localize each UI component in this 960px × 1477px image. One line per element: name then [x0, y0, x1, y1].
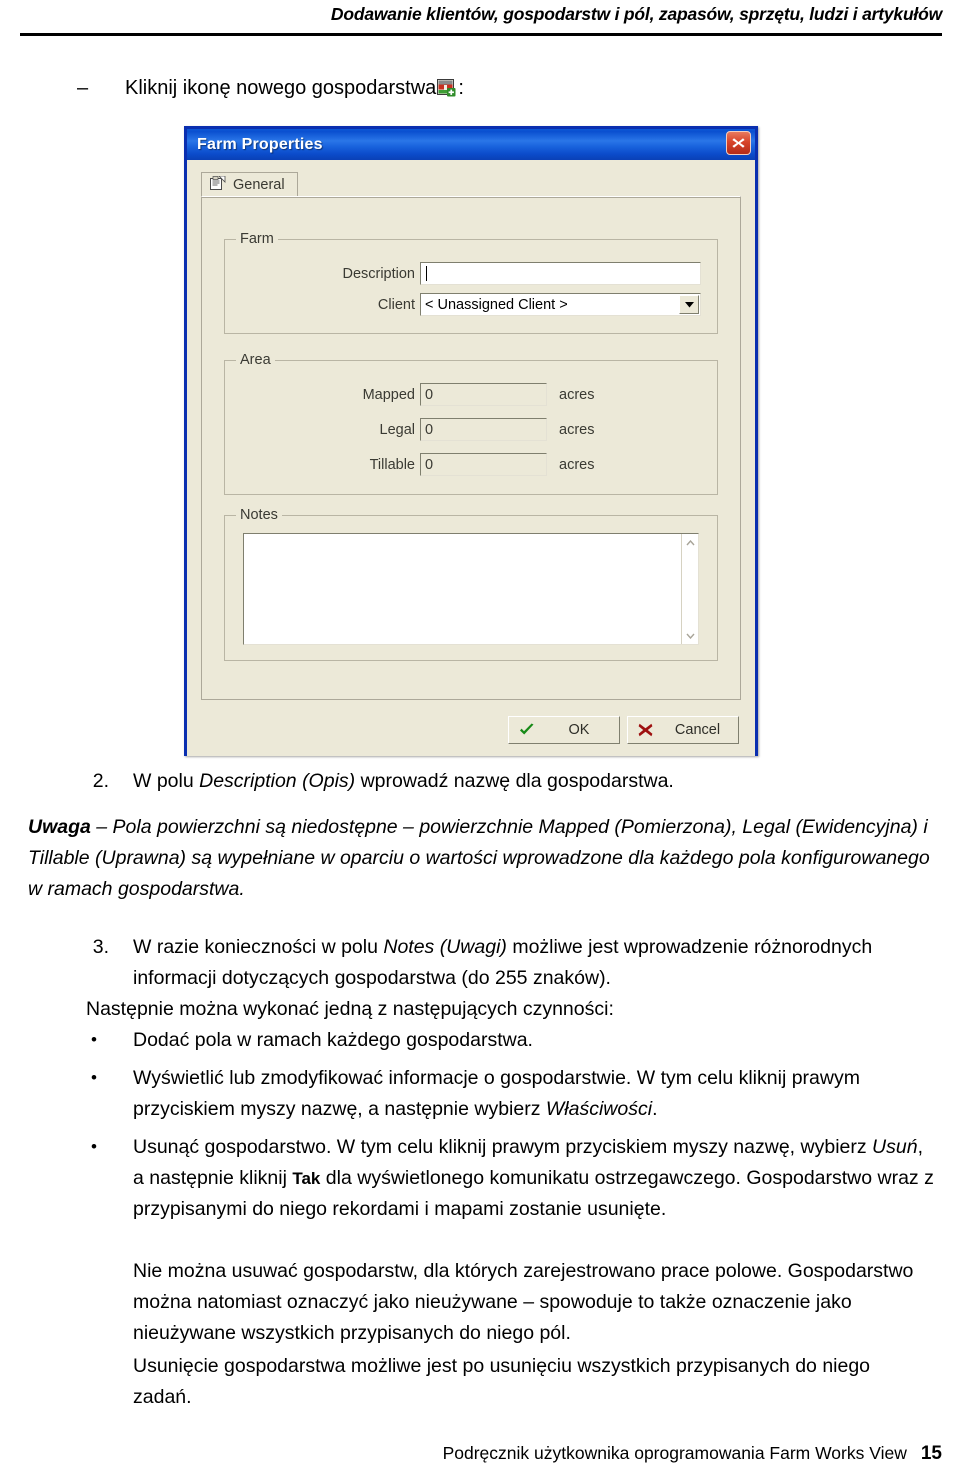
bullet-2-italic: Właściwości — [545, 1098, 653, 1120]
notes-scrollbar[interactable] — [681, 534, 698, 644]
mapped-value: 0 — [425, 386, 434, 403]
description-input[interactable] — [420, 262, 701, 285]
note-paragraph: Uwaga – Pola powierzchni są niedostępne … — [28, 812, 936, 905]
client-field-row: Client < Unassigned Client > — [237, 293, 701, 316]
bullet-3-pre: Usunąć gospodarstwo. W tym celu kliknij … — [133, 1136, 873, 1158]
page-header-rule — [20, 33, 942, 36]
cancel-button[interactable]: Cancel — [627, 716, 739, 744]
intro-instruction: – Kliknij ikonę nowego gospodarstwa: — [77, 74, 685, 102]
page-footer-text: Podręcznik użytkownika oprogramowania Fa… — [442, 1443, 907, 1463]
mapped-label: Mapped — [362, 386, 415, 403]
step-2-number: 2. — [92, 770, 109, 792]
lead-in-paragraph: Następnie można wykonać jedną z następuj… — [86, 998, 614, 1020]
bullet-3-italic: Usuń — [872, 1136, 918, 1158]
bullet-1-text: Dodać pola w ramach każdego gospodarstwa… — [133, 1029, 533, 1051]
chevron-down-icon[interactable] — [679, 295, 699, 314]
list-item: • Dodać pola w ramach każdego gospodarstw… — [91, 1025, 923, 1056]
notes-textarea[interactable] — [243, 533, 699, 645]
mapped-unit: acres — [559, 386, 595, 403]
area-groupbox: Area Mapped 0 acres Legal 0 acres Tillab… — [224, 352, 718, 495]
intro-text-after-icon: : — [458, 77, 464, 99]
bullet-3-tak: Tak — [292, 1169, 321, 1188]
dash-marker: – — [77, 77, 89, 99]
description-field-row: Description — [237, 262, 701, 285]
farm-groupbox: Farm Description Client < Unassigned Cli… — [224, 231, 718, 334]
notes-groupbox-title: Notes — [236, 507, 282, 523]
farm-groupbox-title: Farm — [236, 231, 278, 247]
bullet-2-post: . — [652, 1098, 658, 1120]
legal-input: 0 — [420, 418, 547, 441]
ok-button[interactable]: OK — [508, 716, 620, 744]
properties-page-icon — [210, 175, 226, 195]
dialog-body: General Farm Description Client < Unassi… — [187, 160, 755, 756]
step-2: 2. W polu Description (Opis) wprowadź naz… — [93, 766, 873, 797]
text-caret — [426, 266, 427, 281]
legal-value: 0 — [425, 421, 434, 438]
tab-page-general: Farm Description Client < Unassigned Cli… — [201, 196, 741, 700]
paragraph-2: Usunięcie gospodarstwa możliwe jest po u… — [133, 1355, 871, 1408]
close-icon[interactable] — [726, 131, 751, 155]
dialog-button-bar: OK Cancel — [508, 716, 739, 744]
step-3: 3. W razie konieczności w polu Notes (Uwa… — [93, 932, 903, 994]
bullet-glyph: • — [91, 1137, 97, 1156]
step-2-italic: Description (Opis) — [199, 770, 356, 792]
legal-label: Legal — [379, 421, 415, 438]
farm-properties-dialog: Farm Properties General Farm Description… — [184, 126, 758, 756]
close-x-glyph — [732, 138, 745, 148]
mapped-field-row: Mapped 0 acres — [237, 383, 701, 406]
tillable-field-row: Tillable 0 acres — [237, 453, 701, 476]
description-label: Description — [342, 265, 415, 282]
bullet-glyph: • — [91, 1030, 97, 1049]
tab-general-label: General — [233, 177, 285, 193]
tillable-label: Tillable — [369, 456, 415, 473]
step-2-post: wprowadź nazwę dla gospodarstwa. — [355, 770, 674, 792]
legal-unit: acres — [559, 421, 595, 438]
notes-value — [244, 534, 681, 644]
bullet-glyph: • — [91, 1068, 97, 1087]
page-header-title: Dodawanie klientów, gospodarstw i pól, z… — [330, 4, 942, 24]
tillable-value: 0 — [425, 456, 434, 473]
list-item: • Usunąć gospodarstwo. W tym celu kliknij… — [91, 1132, 938, 1225]
tab-strip: General — [201, 172, 741, 197]
note-label: Uwaga — [28, 816, 91, 838]
ok-button-label: OK — [568, 722, 590, 738]
bullet-2-pre: Wyświetlić lub zmodyfikować informacje o… — [133, 1067, 860, 1120]
dialog-titlebar[interactable]: Farm Properties — [184, 126, 758, 160]
dialog-title: Farm Properties — [197, 135, 323, 153]
client-value: < Unassigned Client > — [425, 296, 568, 313]
scroll-down-icon[interactable] — [682, 627, 698, 644]
tillable-input: 0 — [420, 453, 547, 476]
client-combobox[interactable]: < Unassigned Client > — [420, 293, 701, 316]
page-running-header: Dodawanie klientów, gospodarstw i pól, z… — [0, 0, 960, 38]
mapped-input: 0 — [420, 383, 547, 406]
step-3-italic: Notes (Uwagi) — [383, 936, 507, 958]
scroll-up-icon[interactable] — [682, 534, 698, 551]
cancel-button-label: Cancel — [674, 722, 721, 738]
step-3-pre: W razie konieczności w polu — [133, 936, 384, 958]
page-footer: Podręcznik użytkownika oprogramowania Fa… — [443, 1443, 942, 1465]
area-groupbox-title: Area — [236, 352, 275, 368]
list-item: • Wyświetlić lub zmodyfikować informacje … — [91, 1063, 933, 1125]
page-number: 15 — [920, 1443, 942, 1464]
client-label: Client — [377, 296, 415, 313]
notes-groupbox: Notes — [224, 507, 718, 661]
check-icon — [520, 723, 534, 735]
legal-field-row: Legal 0 acres — [237, 418, 701, 441]
intro-text-before-icon: Kliknij ikonę nowego gospodarstwa — [125, 77, 437, 99]
new-farm-icon — [437, 77, 456, 97]
tillable-unit: acres — [559, 456, 595, 473]
x-icon — [638, 723, 653, 737]
tab-general[interactable]: General — [201, 172, 298, 197]
note-text: – Pola powierzchni są niedostępne – powi… — [28, 816, 930, 900]
step-2-pre: W polu — [133, 770, 200, 792]
step-3-number: 3. — [92, 936, 109, 958]
paragraph-1: Nie można usuwać gospodarstw, dla któryc… — [133, 1260, 914, 1344]
